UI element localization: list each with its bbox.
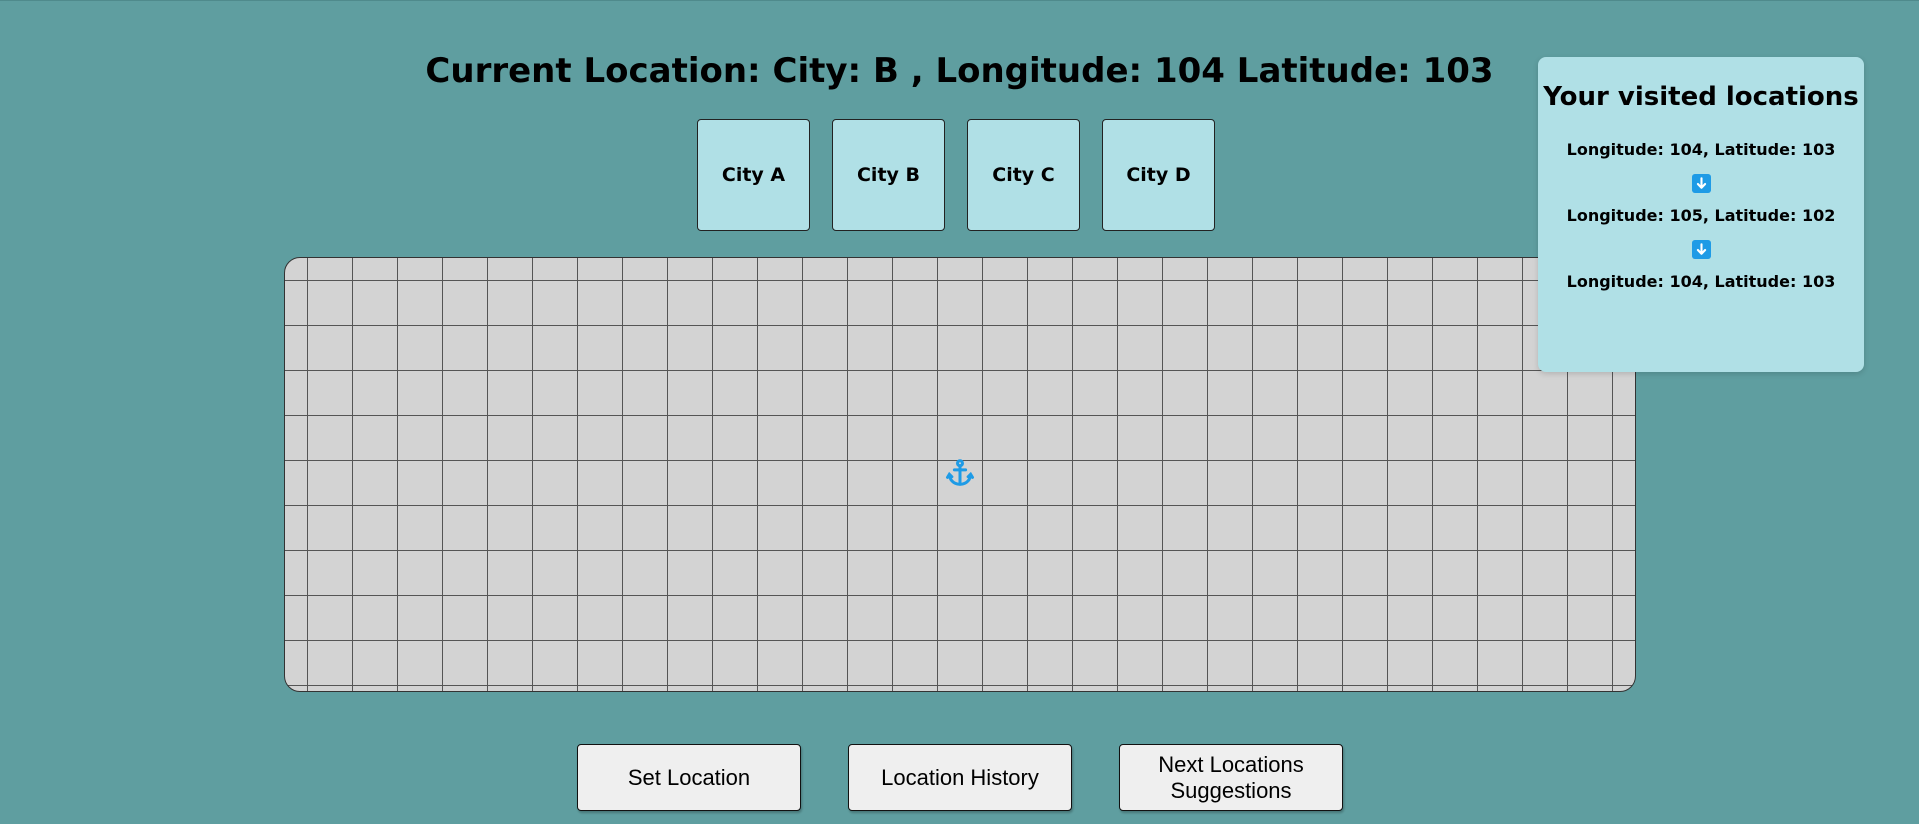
visited-locations-title: Your visited locations xyxy=(1543,82,1859,112)
set-location-button[interactable]: Set Location xyxy=(577,744,801,811)
city-b-button[interactable]: City B xyxy=(832,119,945,231)
next-locations-suggestions-button[interactable]: Next Locations Suggestions xyxy=(1119,744,1343,811)
arrow-down-icon xyxy=(1691,174,1711,193)
visited-location-entry: Longitude: 104, Latitude: 103 xyxy=(1566,140,1836,159)
location-history-button[interactable]: Location History xyxy=(848,744,1072,811)
city-selector: City A City B City C City D xyxy=(697,119,1215,231)
anchor-icon xyxy=(946,459,974,486)
city-c-button[interactable]: City C xyxy=(967,119,1080,231)
arrow-down-icon xyxy=(1691,240,1711,259)
top-border xyxy=(0,0,1919,1)
visited-location-entry: Longitude: 105, Latitude: 102 xyxy=(1566,206,1836,225)
location-map-grid[interactable] xyxy=(284,257,1636,692)
visited-location-entry: Longitude: 104, Latitude: 103 xyxy=(1566,272,1836,291)
city-d-button[interactable]: City D xyxy=(1102,119,1215,231)
city-a-button[interactable]: City A xyxy=(697,119,810,231)
visited-locations-panel: Your visited locations Longitude: 104, L… xyxy=(1538,57,1864,372)
